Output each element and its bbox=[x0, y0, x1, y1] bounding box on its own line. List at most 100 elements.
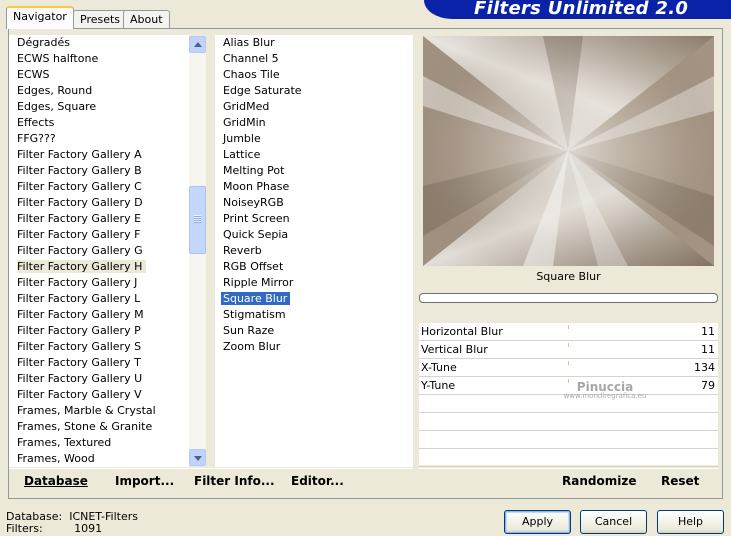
filter-item[interactable]: Quick Sepia bbox=[215, 227, 413, 243]
category-item[interactable]: Frames, Stone & Granite bbox=[9, 419, 189, 435]
filter-item[interactable]: Jumble bbox=[215, 131, 413, 147]
filter-item[interactable]: GridMin bbox=[215, 115, 413, 131]
randomize-button[interactable]: Randomize bbox=[562, 474, 636, 488]
category-item-label: Filter Factory Gallery L bbox=[17, 292, 141, 305]
category-item[interactable]: Dégradés bbox=[9, 35, 189, 51]
filter-item[interactable]: Edge Saturate bbox=[215, 83, 413, 99]
filter-item-label: Reverb bbox=[223, 244, 262, 257]
import-label: Import... bbox=[115, 474, 175, 488]
category-item-label: Filter Factory Gallery J bbox=[17, 276, 138, 289]
parameter-slider[interactable]: Horizontal Blur 11 bbox=[419, 323, 718, 341]
filter-item[interactable]: Alias Blur bbox=[215, 35, 413, 51]
slider-tick bbox=[568, 325, 569, 329]
filter-item-label: Square Blur bbox=[221, 292, 291, 305]
category-item[interactable]: Filter Factory Gallery G bbox=[9, 243, 189, 259]
filter-info-label: Filter Info... bbox=[194, 474, 275, 488]
filter-list[interactable]: Alias Blur Channel 5 Chaos Tile Edge Satura… bbox=[215, 35, 413, 467]
filter-item[interactable]: RGB Offset bbox=[215, 259, 413, 275]
filter-item-label: RGB Offset bbox=[223, 260, 284, 273]
category-item[interactable]: Edges, Square bbox=[9, 99, 189, 115]
help-button[interactable]: Help bbox=[657, 510, 724, 534]
reset-button[interactable]: Reset bbox=[661, 474, 699, 488]
filter-item[interactable]: Moon Phase bbox=[215, 179, 413, 195]
database-button[interactable]: Database bbox=[24, 474, 88, 488]
cancel-button[interactable]: Cancel bbox=[580, 510, 647, 534]
category-item-label: Filter Factory Gallery C bbox=[17, 180, 142, 193]
category-item[interactable]: Frames, Marble & Crystal bbox=[9, 403, 189, 419]
category-item[interactable]: Filter Factory Gallery A bbox=[9, 147, 189, 163]
filter-item[interactable]: NoiseyRGB bbox=[215, 195, 413, 211]
filter-item[interactable]: Stigmatism bbox=[215, 307, 413, 323]
category-item[interactable]: Filter Factory Gallery J bbox=[9, 275, 189, 291]
filter-item-label: Quick Sepia bbox=[223, 228, 289, 241]
category-scrollbar[interactable] bbox=[189, 36, 206, 466]
scroll-up-icon[interactable] bbox=[189, 36, 206, 53]
cancel-label: Cancel bbox=[594, 515, 633, 528]
category-item[interactable]: FFG??? bbox=[9, 131, 189, 147]
category-item[interactable]: ECWS halftone bbox=[9, 51, 189, 67]
tab-about[interactable]: About bbox=[123, 10, 170, 29]
filter-item[interactable]: Sun Raze bbox=[215, 323, 413, 339]
category-item-label: Filter Factory Gallery M bbox=[17, 308, 144, 321]
preview-filter-name: Square Blur bbox=[536, 270, 601, 283]
filter-item[interactable]: Chaos Tile bbox=[215, 67, 413, 83]
category-item-label: Filter Factory Gallery T bbox=[17, 356, 141, 369]
filter-info-button[interactable]: Filter Info... bbox=[194, 474, 275, 488]
category-item[interactable]: Filter Factory Gallery U bbox=[9, 371, 189, 387]
filter-item[interactable]: GridMed bbox=[215, 99, 413, 115]
tab-presets[interactable]: Presets bbox=[73, 10, 128, 29]
category-item[interactable]: Filter Factory Gallery B bbox=[9, 163, 189, 179]
filter-item[interactable]: Reverb bbox=[215, 243, 413, 259]
status-filters-label: Filters: bbox=[6, 522, 43, 535]
tab-navigator[interactable]: Navigator bbox=[6, 6, 74, 29]
filter-item[interactable]: Square Blur bbox=[215, 291, 413, 307]
category-item[interactable]: Filter Factory Gallery T bbox=[9, 355, 189, 371]
category-item[interactable]: Filter Factory Gallery M bbox=[9, 307, 189, 323]
progress-bar bbox=[419, 293, 718, 303]
reset-label: Reset bbox=[661, 474, 700, 488]
watermark-url: www.mondiregrafica.eu bbox=[563, 392, 647, 400]
category-item[interactable]: Filter Factory Gallery L bbox=[9, 291, 189, 307]
import-button[interactable]: Import... bbox=[115, 474, 174, 488]
category-item[interactable]: Frames, Textured bbox=[9, 435, 189, 451]
parameter-empty-slot bbox=[419, 449, 718, 467]
category-list[interactable]: Dégradés ECWS halftone ECWS Edges, Round Edg… bbox=[9, 35, 189, 467]
parameter-slider[interactable]: Vertical Blur 11 bbox=[419, 341, 718, 359]
filter-item[interactable]: Lattice bbox=[215, 147, 413, 163]
category-item[interactable]: Filter Factory Gallery D bbox=[9, 195, 189, 211]
category-item[interactable]: Effects bbox=[9, 115, 189, 131]
category-item-label: Filter Factory Gallery A bbox=[17, 148, 142, 161]
parameter-slider[interactable]: X-Tune 134 bbox=[419, 359, 718, 377]
editor-button[interactable]: Editor... bbox=[291, 474, 344, 488]
category-item[interactable]: Filter Factory Gallery H bbox=[9, 259, 189, 275]
filter-item-label: Print Screen bbox=[223, 212, 290, 225]
category-item[interactable]: Frames, Wood bbox=[9, 451, 189, 467]
category-item[interactable]: Filter Factory Gallery E bbox=[9, 211, 189, 227]
category-item-label: Frames, Marble & Crystal bbox=[17, 404, 156, 417]
database-label: Database bbox=[24, 474, 88, 488]
apply-button[interactable]: Apply bbox=[504, 510, 571, 534]
category-item[interactable]: Filter Factory Gallery P bbox=[9, 323, 189, 339]
tab-navigator-label: Navigator bbox=[13, 10, 67, 23]
category-item[interactable]: ECWS bbox=[9, 67, 189, 83]
parameter-label: X-Tune bbox=[421, 361, 457, 374]
category-item[interactable]: Edges, Round bbox=[9, 83, 189, 99]
category-item-label: Filter Factory Gallery S bbox=[17, 340, 142, 353]
category-item[interactable]: Filter Factory Gallery C bbox=[9, 179, 189, 195]
category-item[interactable]: Filter Factory Gallery V bbox=[9, 387, 189, 403]
category-item[interactable]: Filter Factory Gallery S bbox=[9, 339, 189, 355]
preview-image bbox=[423, 36, 714, 266]
scroll-thumb[interactable] bbox=[189, 186, 206, 254]
category-item[interactable]: Filter Factory Gallery F bbox=[9, 227, 189, 243]
category-item-label: Filter Factory Gallery G bbox=[17, 244, 143, 257]
filter-item[interactable]: Channel 5 bbox=[215, 51, 413, 67]
category-item-label: Filter Factory Gallery F bbox=[17, 228, 141, 241]
randomize-label: Randomize bbox=[562, 474, 637, 488]
filter-item[interactable]: Print Screen bbox=[215, 211, 413, 227]
filter-item[interactable]: Zoom Blur bbox=[215, 339, 413, 355]
grip-icon bbox=[194, 215, 201, 223]
parameter-empty-slot bbox=[419, 431, 718, 449]
scroll-down-icon[interactable] bbox=[189, 449, 206, 466]
filter-item[interactable]: Melting Pot bbox=[215, 163, 413, 179]
filter-item[interactable]: Ripple Mirror bbox=[215, 275, 413, 291]
